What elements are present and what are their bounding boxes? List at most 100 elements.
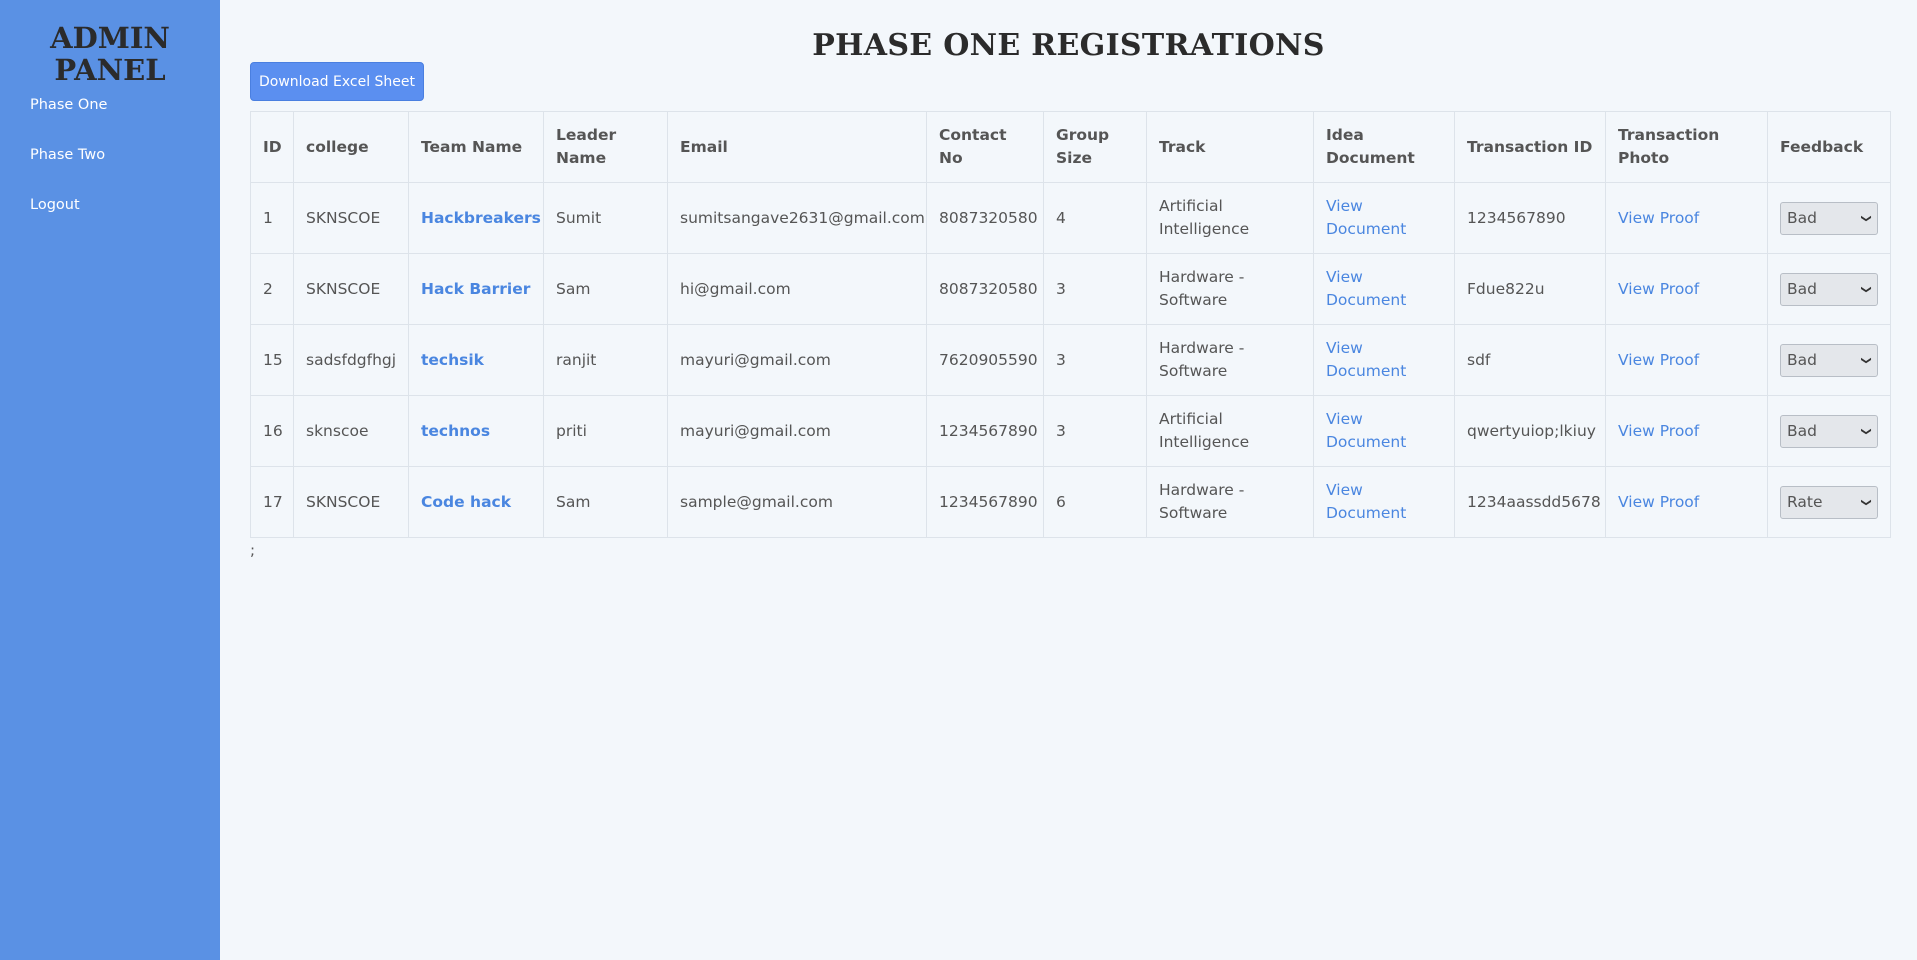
sidebar-title: ADMIN PANEL — [0, 0, 220, 86]
header-group-size: Group Size — [1043, 111, 1147, 183]
cell-id: 16 — [250, 395, 294, 467]
cell-track: Hardware - Software — [1146, 466, 1314, 538]
view-proof-link[interactable]: View Proof — [1618, 280, 1699, 298]
feedback-select[interactable]: Bad ❯ — [1780, 343, 1878, 377]
view-proof-link[interactable]: View Proof — [1618, 209, 1699, 227]
header-id: ID — [250, 111, 294, 183]
cell-track: Artificial Intelligence — [1146, 395, 1314, 467]
cell-college: sadsfdgfhgj — [293, 324, 409, 396]
header-idea-document: Idea Document — [1313, 111, 1455, 183]
chevron-down-icon: ❯ — [1860, 497, 1872, 507]
cell-college: SKNSCOE — [293, 466, 409, 538]
team-name-link[interactable]: techsik — [421, 351, 484, 369]
cell-feedback: Bad ❯ — [1767, 182, 1891, 254]
table-row: 16 sknscoe technos priti mayuri@gmail.co… — [250, 395, 1891, 467]
table-row: 17 SKNSCOE Code hack Sam sample@gmail.co… — [250, 466, 1891, 538]
cell-group-size: 3 — [1043, 395, 1147, 467]
page-title: PHASE ONE REGISTRATIONS — [812, 28, 1325, 63]
table-row: 2 SKNSCOE Hack Barrier Sam hi@gmail.com … — [250, 253, 1891, 325]
feedback-select[interactable]: Rate ❯ — [1780, 485, 1878, 519]
cell-transaction-id: sdf — [1454, 324, 1606, 396]
cell-team-name: techsik — [408, 324, 544, 396]
feedback-select-value: Bad — [1787, 208, 1817, 227]
cell-feedback: Bad ❯ — [1767, 324, 1891, 396]
cell-email: sample@gmail.com — [667, 466, 927, 538]
table-header: ID college Team Name Leader Name Email C… — [250, 111, 1891, 183]
sidebar-item-phase-two[interactable]: Phase Two — [30, 145, 105, 165]
cell-transaction-id: 1234567890 — [1454, 182, 1606, 254]
cell-id: 17 — [250, 466, 294, 538]
header-transaction-id: Transaction ID — [1454, 111, 1606, 183]
cell-id: 15 — [250, 324, 294, 396]
cell-transaction-photo: View Proof — [1605, 466, 1768, 538]
chevron-down-icon: ❯ — [1860, 284, 1872, 294]
team-name-link[interactable]: Hackbreakers — [421, 209, 541, 227]
view-document-link[interactable]: View Document — [1326, 339, 1406, 380]
feedback-select[interactable]: Bad ❯ — [1780, 414, 1878, 448]
cell-id: 2 — [250, 253, 294, 325]
cell-idea-document: View Document — [1313, 253, 1455, 325]
view-proof-link[interactable]: View Proof — [1618, 422, 1699, 440]
chevron-down-icon: ❯ — [1860, 213, 1872, 223]
cell-contact-no: 7620905590 — [926, 324, 1044, 396]
cell-feedback: Rate ❯ — [1767, 466, 1891, 538]
cell-leader-name: Sam — [543, 253, 668, 325]
cell-email: mayuri@gmail.com — [667, 324, 927, 396]
cell-group-size: 3 — [1043, 253, 1147, 325]
feedback-select-value: Bad — [1787, 421, 1817, 440]
view-proof-link[interactable]: View Proof — [1618, 351, 1699, 369]
cell-id: 1 — [250, 182, 294, 254]
header-contact-no: Contact No — [926, 111, 1044, 183]
download-excel-button[interactable]: Download Excel Sheet — [250, 62, 424, 101]
header-transaction-photo: Transaction Photo — [1605, 111, 1768, 183]
header-row: ID college Team Name Leader Name Email C… — [250, 111, 1891, 183]
view-document-link[interactable]: View Document — [1326, 197, 1406, 238]
feedback-select-value: Bad — [1787, 350, 1817, 369]
cell-leader-name: Sumit — [543, 182, 668, 254]
cell-group-size: 4 — [1043, 182, 1147, 254]
cell-leader-name: Sam — [543, 466, 668, 538]
view-proof-link[interactable]: View Proof — [1618, 493, 1699, 511]
cell-contact-no: 8087320580 — [926, 253, 1044, 325]
view-document-link[interactable]: View Document — [1326, 268, 1406, 309]
feedback-select[interactable]: Bad ❯ — [1780, 201, 1878, 235]
cell-college: SKNSCOE — [293, 182, 409, 254]
registrations-table: ID college Team Name Leader Name Email C… — [250, 111, 1891, 538]
header-feedback: Feedback — [1767, 111, 1891, 183]
cell-email: sumitsangave2631@gmail.com — [667, 182, 927, 254]
cell-transaction-photo: View Proof — [1605, 253, 1768, 325]
cell-idea-document: View Document — [1313, 182, 1455, 254]
table-row: 1 SKNSCOE Hackbreakers Sumit sumitsangav… — [250, 182, 1891, 254]
chevron-down-icon: ❯ — [1860, 426, 1872, 436]
chevron-down-icon: ❯ — [1860, 355, 1872, 365]
team-name-link[interactable]: technos — [421, 422, 490, 440]
cell-contact-no: 8087320580 — [926, 182, 1044, 254]
cell-transaction-photo: View Proof — [1605, 324, 1768, 396]
cell-contact-no: 1234567890 — [926, 466, 1044, 538]
team-name-link[interactable]: Code hack — [421, 493, 511, 511]
sidebar-item-phase-one[interactable]: Phase One — [30, 95, 107, 115]
cell-leader-name: ranjit — [543, 324, 668, 396]
main-content: PHASE ONE REGISTRATIONS Download Excel S… — [220, 0, 1917, 960]
cell-contact-no: 1234567890 — [926, 395, 1044, 467]
sidebar: ADMIN PANEL Phase One Phase Two Logout — [0, 0, 220, 960]
header-team-name: Team Name — [408, 111, 544, 183]
team-name-link[interactable]: Hack Barrier — [421, 280, 530, 298]
cell-group-size: 6 — [1043, 466, 1147, 538]
feedback-select[interactable]: Bad ❯ — [1780, 272, 1878, 306]
cell-idea-document: View Document — [1313, 395, 1455, 467]
view-document-link[interactable]: View Document — [1326, 481, 1406, 522]
sidebar-item-logout[interactable]: Logout — [30, 195, 80, 215]
feedback-select-value: Bad — [1787, 279, 1817, 298]
cell-transaction-id: 1234aassdd5678 — [1454, 466, 1606, 538]
cell-idea-document: View Document — [1313, 324, 1455, 396]
cell-leader-name: priti — [543, 395, 668, 467]
cell-email: hi@gmail.com — [667, 253, 927, 325]
cell-track: Artificial Intelligence — [1146, 182, 1314, 254]
sidebar-title-line1: ADMIN — [50, 21, 170, 55]
view-document-link[interactable]: View Document — [1326, 410, 1406, 451]
header-email: Email — [667, 111, 927, 183]
table-row: 15 sadsfdgfhgj techsik ranjit mayuri@gma… — [250, 324, 1891, 396]
cell-team-name: Code hack — [408, 466, 544, 538]
cell-feedback: Bad ❯ — [1767, 395, 1891, 467]
